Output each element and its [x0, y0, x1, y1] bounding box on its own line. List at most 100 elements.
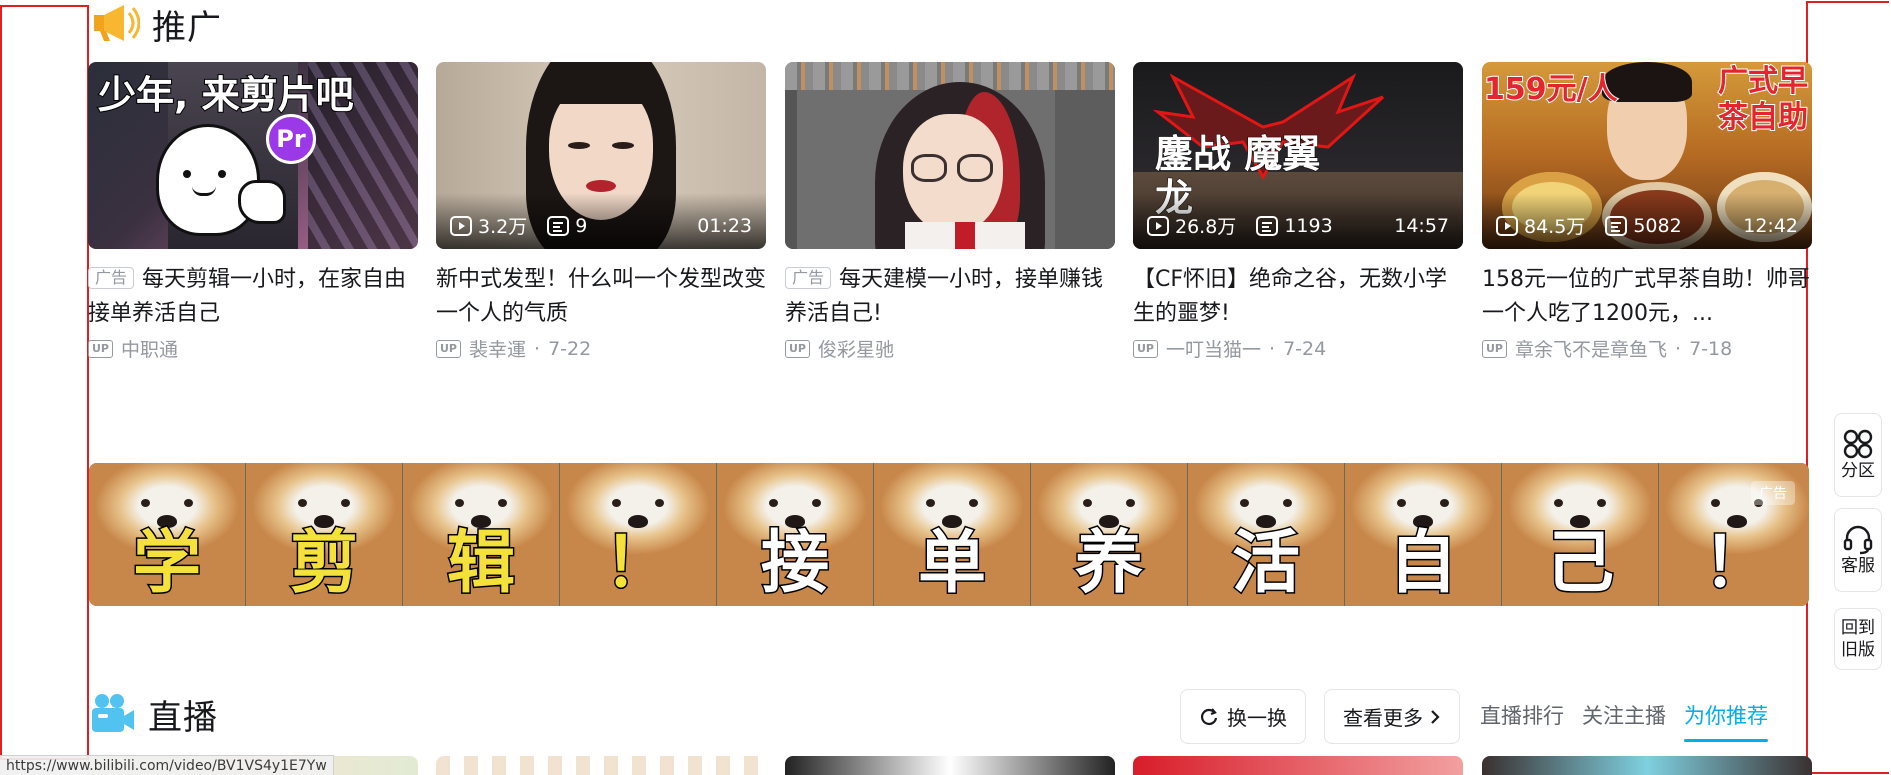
- grid-icon: [1843, 429, 1873, 459]
- video-title-text: 每天剪辑一小时，在家自由接单养活自己: [88, 267, 407, 326]
- video-thumbnail[interactable]: 159元/人 广式早茶自助 84.5万 5082 12:42: [1482, 62, 1812, 249]
- chevron-right-icon: [1431, 709, 1440, 724]
- up-icon: UP: [785, 339, 810, 358]
- video-title[interactable]: 【CF怀旧】绝命之谷，无数小学生的噩梦!: [1133, 263, 1463, 331]
- banner-tile: 单: [874, 463, 1030, 606]
- banner-char: 学: [131, 524, 202, 603]
- live-card-thumbnail[interactable]: [1482, 756, 1812, 775]
- banner-ad[interactable]: 学 剪 辑 ！ 接 单 养 活 自 己 ！ 广告: [89, 463, 1809, 606]
- play-count: 26.8万: [1147, 212, 1236, 239]
- thumbnail-headline: 广式早茶自助: [1717, 63, 1809, 136]
- video-title[interactable]: 广告 每天建模一小时，接单赚钱养活自己!: [785, 263, 1115, 331]
- video-meta: UP 一叮当猫一 · 7-24: [1133, 335, 1463, 362]
- banner-tile: ！: [560, 463, 716, 606]
- zone-label: 分区: [1841, 461, 1875, 481]
- banner-char: 活: [1230, 524, 1301, 603]
- banner-char: 自: [1387, 524, 1458, 603]
- promo-section-title: 推广: [152, 8, 222, 48]
- refresh-label: 换一换: [1227, 706, 1287, 730]
- video-card[interactable]: 少年, 来剪片吧 Pr 广告 每天剪辑一小时，在家自由接单养活自己 UP 中职通: [88, 62, 418, 362]
- video-stats: 84.5万 5082 12:42: [1496, 212, 1798, 239]
- banner-char: 己: [1544, 524, 1615, 603]
- customer-service-label: 客服: [1841, 556, 1875, 576]
- video-card[interactable]: 广告 每天建模一小时，接单赚钱养活自己! UP 俊彩星驰: [785, 62, 1115, 362]
- danmaku-icon: [1256, 215, 1279, 236]
- headset-icon: [1843, 525, 1873, 555]
- camera-icon: [90, 692, 136, 738]
- up-icon: UP: [436, 339, 461, 358]
- play-icon: [1147, 215, 1169, 236]
- banner-char: 单: [916, 524, 987, 603]
- live-section-header: 直播: [90, 690, 218, 739]
- live-section-title: 直播: [148, 698, 218, 738]
- banner-tile: 剪: [246, 463, 402, 606]
- video-date: 7-22: [548, 337, 592, 360]
- danmaku-count: 1193: [1256, 215, 1374, 237]
- video-title[interactable]: 新中式发型！什么叫一个发型改变一个人的气质: [436, 263, 766, 331]
- live-card-thumbnail[interactable]: [785, 756, 1115, 775]
- live-card-thumbnail[interactable]: [1133, 756, 1463, 775]
- video-author[interactable]: 俊彩星驰: [818, 335, 894, 362]
- status-bar-url: https://www.bilibili.com/video/BV1VS4y1E…: [0, 755, 334, 775]
- video-title[interactable]: 158元一位的广式早茶自助！帅哥一个人吃了1200元，...: [1482, 263, 1812, 331]
- video-author[interactable]: 中职通: [121, 335, 178, 362]
- tab-live-ranking[interactable]: 直播排行: [1480, 700, 1564, 734]
- video-card[interactable]: 159元/人 广式早茶自助 84.5万 5082 12:42 158元一位的广式…: [1482, 62, 1812, 362]
- refresh-icon: [1201, 707, 1218, 725]
- thumbnail-headline: 少年, 来剪片吧: [97, 72, 355, 118]
- live-card-thumbnail[interactable]: [436, 756, 766, 775]
- banner-tile: 学: [89, 463, 245, 606]
- video-thumbnail[interactable]: [785, 62, 1115, 249]
- tab-followed-streamers[interactable]: 关注主播: [1582, 700, 1666, 734]
- video-card[interactable]: 鏖战 魔翼龙 26.8万 1193 14:57 【CF怀旧】绝命之谷，无数小学生…: [1133, 62, 1463, 362]
- banner-tile: 己: [1502, 463, 1658, 606]
- zone-button[interactable]: 分区: [1834, 413, 1882, 497]
- video-author[interactable]: 裴幸運: [469, 335, 526, 362]
- live-controls: 换一换 查看更多 直播排行 关注主播 为你推荐: [1180, 689, 1786, 744]
- customer-service-button[interactable]: 客服: [1834, 508, 1882, 592]
- video-thumbnail[interactable]: 3.2万 9 01:23: [436, 62, 766, 249]
- banner-tile: 接: [717, 463, 873, 606]
- live-tabs: 直播排行 关注主播 为你推荐: [1480, 700, 1786, 742]
- video-date: 7-18: [1689, 337, 1733, 360]
- banner-char: ！: [1701, 524, 1772, 603]
- tab-recommended[interactable]: 为你推荐: [1684, 700, 1768, 742]
- video-author[interactable]: 章余飞不是章鱼飞: [1515, 335, 1667, 362]
- up-icon: UP: [1133, 339, 1158, 358]
- back-to-old-version-button[interactable]: 回到 旧版: [1834, 608, 1882, 670]
- promo-section-header: 推广: [90, 0, 222, 49]
- video-meta: UP 中职通: [88, 335, 418, 362]
- video-meta: UP 章余飞不是章鱼飞 · 7-18: [1482, 335, 1812, 362]
- video-author[interactable]: 一叮当猫一: [1166, 335, 1261, 362]
- refresh-button[interactable]: 换一换: [1180, 689, 1306, 744]
- banner-char: 接: [759, 524, 830, 603]
- banner-char: 辑: [445, 524, 516, 603]
- video-title-text: 每天建模一小时，接单赚钱养活自己!: [785, 267, 1104, 326]
- old-version-label-line1: 回到: [1841, 618, 1875, 638]
- banner-tile: 活: [1188, 463, 1344, 606]
- video-thumbnail[interactable]: 少年, 来剪片吧 Pr: [88, 62, 418, 249]
- thumbnail-price-text: 159元/人: [1483, 71, 1619, 108]
- left-frame: [0, 5, 89, 760]
- video-title[interactable]: 广告 每天剪辑一小时，在家自由接单养活自己: [88, 263, 418, 331]
- premiere-logo-text: Pr: [276, 125, 306, 153]
- video-stats: 26.8万 1193 14:57: [1147, 212, 1449, 239]
- banner-char: 剪: [288, 524, 359, 603]
- video-thumbnail[interactable]: 鏖战 魔翼龙 26.8万 1193 14:57: [1133, 62, 1463, 249]
- play-icon: [1496, 215, 1518, 236]
- banner-tile: 自: [1345, 463, 1501, 606]
- up-icon: UP: [1482, 339, 1507, 358]
- video-duration: 01:23: [697, 214, 752, 237]
- ad-tag: 广告: [88, 267, 135, 289]
- video-card[interactable]: 3.2万 9 01:23 新中式发型！什么叫一个发型改变一个人的气质 UP 裴幸…: [436, 62, 766, 362]
- video-date: 7-24: [1283, 337, 1327, 360]
- danmaku-icon: [1605, 215, 1628, 236]
- danmaku-count: 9: [547, 215, 677, 237]
- play-count: 3.2万: [450, 212, 527, 239]
- video-stats: 3.2万 9 01:23: [450, 212, 752, 239]
- view-more-button[interactable]: 查看更多: [1324, 689, 1460, 744]
- danmaku-count: 5082: [1605, 215, 1723, 237]
- ad-tag: 广告: [785, 267, 832, 289]
- video-duration: 12:42: [1743, 214, 1798, 237]
- banner-char: ！: [602, 524, 673, 603]
